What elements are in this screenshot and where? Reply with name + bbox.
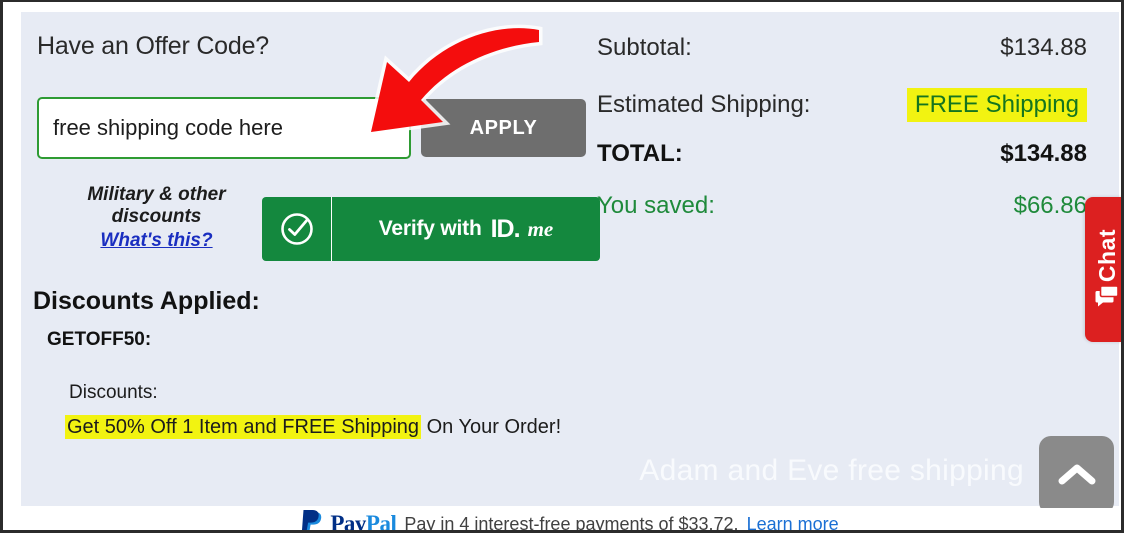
chat-bubble-icon	[1095, 286, 1119, 307]
verify-with-idme-button[interactable]: Verify with ID. me	[262, 197, 600, 261]
discount-description: Get 50% Off 1 Item and FREE Shipping On …	[65, 415, 562, 439]
chevron-up-icon	[1058, 464, 1095, 485]
you-saved-row: You saved: $66.86	[597, 192, 1087, 220]
paypal-wordmark: PayPal	[330, 511, 397, 533]
watermark-text: Adam and Eve free shipping	[639, 454, 1024, 487]
scroll-to-top-button[interactable]	[1039, 436, 1114, 514]
you-saved-label: You saved:	[597, 192, 715, 219]
totals-column: Subtotal: $134.88 Estimated Shipping: FR…	[597, 12, 1097, 506]
idme-logo-id: ID.	[490, 214, 521, 243]
you-saved-value: $66.86	[1013, 192, 1087, 219]
paypal-icon	[302, 510, 322, 530]
apply-offer-code-button[interactable]: APPLY	[421, 99, 586, 157]
estimated-shipping-row: Estimated Shipping: FREE Shipping	[597, 88, 1087, 122]
check-circle-icon	[280, 213, 313, 245]
idme-label-cell: Verify with ID. me	[332, 215, 600, 244]
browser-viewport: Have an Offer Code? APPLY Military & oth…	[0, 0, 1124, 533]
paypal-word-pal: Pal	[365, 511, 397, 533]
discount-code-label: GETOFF50:	[47, 329, 152, 350]
idme-verify-text: Verify with	[378, 217, 482, 240]
idme-check-cell	[262, 197, 332, 261]
chat-tab-label: Chat	[1093, 228, 1120, 283]
total-row: TOTAL: $134.88	[597, 140, 1087, 168]
estimated-shipping-label: Estimated Shipping:	[597, 91, 811, 118]
subtotal-label: Subtotal:	[597, 34, 692, 61]
subtotal-row: Subtotal: $134.88	[597, 34, 1087, 62]
paypal-promo-banner: PayPal Pay in 4 interest-free payments o…	[21, 508, 1118, 533]
paypal-word-pay: Pay	[330, 511, 366, 533]
offer-code-row: APPLY	[37, 97, 587, 159]
discount-description-highlight: Get 50% Off 1 Item and FREE Shipping	[65, 415, 422, 439]
whats-this-link[interactable]: What's this?	[100, 230, 212, 252]
paypal-installment-message: Pay in 4 interest-free payments of $33.7…	[404, 514, 739, 533]
idme-logo-me: me	[527, 216, 554, 241]
discounts-applied-title: Discounts Applied:	[33, 287, 260, 315]
offer-code-heading: Have an Offer Code?	[37, 32, 269, 60]
paypal-learn-more-link[interactable]: Learn more	[747, 514, 839, 530]
offer-code-input[interactable]	[37, 97, 411, 159]
discounts-sublabel: Discounts:	[69, 382, 158, 403]
military-discount-line2: discounts	[111, 206, 202, 228]
military-discount-block: Military & other discounts What's this?	[59, 184, 254, 252]
offer-code-column: Have an Offer Code? APPLY Military & oth…	[29, 12, 600, 506]
discount-description-rest: On Your Order!	[421, 416, 562, 438]
chat-tab-button[interactable]: Chat	[1085, 197, 1121, 342]
military-discount-line1: Military & other	[87, 184, 226, 205]
estimated-shipping-value: FREE Shipping	[906, 88, 1087, 122]
total-label: TOTAL:	[597, 140, 683, 167]
paypal-logo: PayPal	[300, 509, 397, 533]
order-summary-panel: Have an Offer Code? APPLY Military & oth…	[21, 12, 1119, 506]
total-value: $134.88	[1000, 140, 1087, 167]
subtotal-value: $134.88	[1000, 34, 1087, 61]
